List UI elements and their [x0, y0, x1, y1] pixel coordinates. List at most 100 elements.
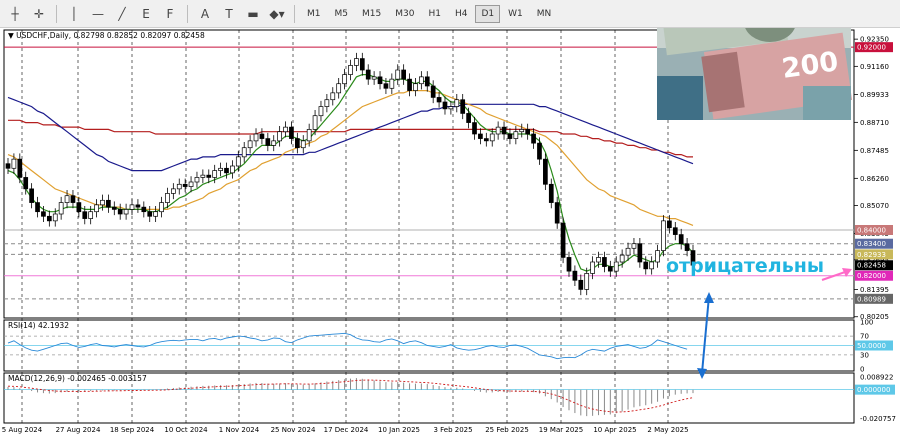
chart-area[interactable]: 0.923500.911600.899330.887100.874850.862… — [0, 28, 900, 444]
candle-body — [578, 279, 584, 290]
candle-body — [295, 138, 300, 149]
candle-body — [153, 211, 158, 217]
candle-body — [170, 188, 176, 194]
candle-body — [52, 213, 58, 222]
rsi-label: RSI(14) 42.1932 — [8, 321, 69, 330]
candle-body — [507, 133, 513, 139]
negative-annotation-text: отрицательны — [666, 255, 824, 277]
candle-body — [472, 122, 477, 135]
candle-body — [613, 261, 619, 272]
cursor-icon[interactable]: ┼ — [4, 3, 26, 25]
horizontal-line-icon[interactable]: — — [87, 3, 109, 25]
candle-body — [224, 167, 229, 174]
y-tick-label: 0.89933 — [860, 91, 889, 99]
y-tick-label: 0.86260 — [860, 175, 889, 183]
candle-body — [241, 147, 247, 158]
timeframe-m30[interactable]: M30 — [389, 5, 420, 23]
candle-body — [495, 126, 501, 135]
candle-body — [35, 202, 40, 213]
timeframe-mn[interactable]: MN — [531, 5, 558, 23]
candle-body — [188, 181, 194, 187]
x-tick-label: 27 Aug 2024 — [56, 426, 101, 434]
y-tick-label: 0.91160 — [860, 63, 889, 71]
shapes-icon[interactable]: ◆▾ — [266, 3, 288, 25]
candle-body — [448, 106, 454, 110]
candle-body — [117, 209, 123, 215]
channel-icon[interactable]: F — [159, 3, 181, 25]
chart-header-arrow: ▼ — [8, 31, 16, 40]
candle-body — [111, 206, 117, 210]
candle-body — [667, 220, 672, 229]
timeframe-d1[interactable]: D1 — [475, 4, 501, 23]
banknote-image: 200 — [657, 28, 853, 120]
candle-body — [336, 83, 342, 94]
timeframe-h1[interactable]: H1 — [422, 5, 447, 23]
x-tick-label: 25 Nov 2024 — [271, 426, 316, 434]
candle-body — [123, 209, 129, 215]
y-tick-label: 0.88710 — [860, 119, 889, 127]
candle-body — [566, 257, 572, 272]
rsi-axis-label: 30 — [860, 351, 869, 359]
candle-body — [649, 261, 655, 270]
timeframe-m1[interactable]: M1 — [301, 5, 327, 23]
candle-body — [289, 126, 294, 139]
candle-body — [436, 97, 442, 103]
candle-body — [519, 129, 525, 133]
candle-body — [383, 83, 389, 89]
candle-body — [247, 140, 253, 149]
vertical-line-icon[interactable]: │ — [63, 3, 85, 25]
candle-body — [58, 202, 64, 215]
candle-body — [23, 177, 29, 190]
text-icon[interactable]: A — [194, 3, 216, 25]
candle-body — [253, 133, 259, 142]
toolbar: ┼ ✛ │ — ╱ E F A T ▬ ◆▾ M1 M5 M15 M30 H1 … — [0, 0, 900, 28]
toolbar-separator — [56, 4, 57, 23]
candle-body — [348, 65, 353, 75]
chart-header-ohlc: 0.82798 0.82852 0.82097 0.82458 — [74, 31, 205, 40]
timeframe-m5[interactable]: M5 — [329, 5, 355, 23]
candle-body — [466, 113, 471, 123]
candle-body — [554, 202, 560, 224]
candle-body — [212, 170, 218, 178]
candle-body — [655, 250, 660, 263]
candle-body — [5, 163, 11, 169]
rectangle-icon[interactable]: ▬ — [242, 3, 264, 25]
candle-body — [318, 106, 324, 117]
candle-body — [141, 206, 147, 213]
x-tick-label: 10 Apr 2025 — [593, 426, 636, 434]
candle-body — [200, 174, 206, 178]
candle-body — [548, 183, 554, 203]
candle-body — [395, 69, 401, 80]
price-label-text: 0.84000 — [857, 227, 886, 235]
price-label-text: 0.82000 — [857, 272, 886, 280]
fibonacci-icon[interactable]: E — [135, 3, 157, 25]
x-tick-label: 19 Mar 2025 — [539, 426, 583, 434]
rsi-axis-label: 100 — [860, 319, 873, 327]
candle-body — [678, 234, 684, 245]
candle-body — [596, 257, 601, 263]
candle-body — [631, 243, 637, 249]
candle-body — [330, 92, 336, 101]
timeframe-h4[interactable]: H4 — [449, 5, 474, 23]
candle-body — [590, 261, 595, 274]
terminal-window: ┼ ✛ │ — ╱ E F A T ▬ ◆▾ M1 M5 M15 M30 H1 … — [0, 0, 900, 444]
label-icon[interactable]: T — [218, 3, 240, 25]
candle-body — [277, 131, 282, 142]
timeframe-w1[interactable]: W1 — [502, 5, 529, 23]
toolbar-separator — [187, 4, 188, 23]
rsi-axis-label: 70 — [860, 333, 869, 341]
candle-body — [584, 273, 590, 290]
timeframe-m15[interactable]: M15 — [356, 5, 387, 23]
candle-body — [147, 211, 153, 217]
candle-body — [454, 99, 460, 107]
channel-icon-label: F — [166, 6, 174, 21]
x-tick-label: 3 Feb 2025 — [433, 426, 472, 434]
price-label-text: 0.92000 — [857, 44, 886, 52]
candle-body — [501, 126, 507, 135]
trendline-icon[interactable]: ╱ — [111, 3, 133, 25]
candle-body — [176, 183, 182, 190]
x-tick-label: 2 May 2025 — [647, 426, 688, 434]
crosshair-icon[interactable]: ✛ — [28, 3, 50, 25]
fibonacci-icon-label: E — [142, 6, 150, 21]
candle-body — [389, 78, 395, 89]
